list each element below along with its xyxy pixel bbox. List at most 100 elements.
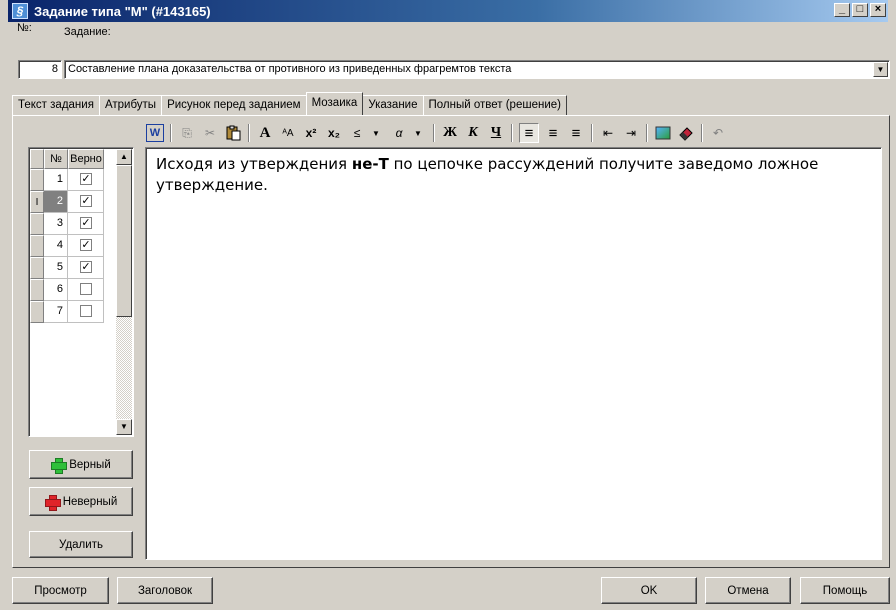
grid-corner xyxy=(30,149,44,169)
toolbar-separator xyxy=(591,124,593,142)
align-right-icon[interactable]: ≡ xyxy=(567,123,585,143)
maximize-button[interactable]: □ xyxy=(852,3,868,17)
scroll-up-icon[interactable]: ▲ xyxy=(116,149,132,165)
grid-scrollbar[interactable]: ▲ ▼ xyxy=(116,149,132,435)
tab-picture[interactable]: Рисунок перед заданием xyxy=(161,95,307,115)
checkbox-unchecked-icon[interactable] xyxy=(80,283,92,296)
row-number[interactable]: 3 xyxy=(44,213,68,235)
row-number[interactable]: 2 xyxy=(44,191,68,213)
toolbar-separator xyxy=(170,124,172,142)
preview-button[interactable]: Просмотр xyxy=(12,577,109,604)
column-header-number[interactable]: № xyxy=(44,149,68,169)
row-indicator[interactable] xyxy=(30,279,44,301)
number-field[interactable]: 8 xyxy=(18,60,62,79)
title-bar[interactable]: § Задание типа "M" (#143165) _ □ × xyxy=(8,0,888,22)
table-row[interactable]: 5 ✓ xyxy=(30,257,104,279)
row-correct-cell[interactable]: ✓ xyxy=(68,213,104,235)
align-left-icon[interactable]: ≡ xyxy=(519,123,539,143)
task-value: Составление плана доказательства от прот… xyxy=(68,63,512,75)
insert-image-icon[interactable] xyxy=(654,123,672,143)
cut-icon[interactable]: ✂ xyxy=(201,123,219,143)
incorrect-button[interactable]: Неверный xyxy=(29,487,133,516)
indent-icon[interactable]: ⇥ xyxy=(622,123,640,143)
checkbox-checked-icon[interactable]: ✓ xyxy=(80,239,92,252)
row-correct-cell[interactable] xyxy=(68,279,104,301)
scroll-thumb[interactable] xyxy=(116,165,132,317)
font-icon[interactable]: A xyxy=(256,123,274,143)
minimize-button[interactable]: _ xyxy=(834,3,850,17)
header-button[interactable]: Заголовок xyxy=(117,577,213,604)
cancel-button[interactable]: Отмена xyxy=(705,577,791,604)
table-row[interactable]: I 2 ✓ xyxy=(30,191,104,213)
font-size-icon[interactable]: ᴬA xyxy=(279,123,297,143)
clipboard-icon xyxy=(226,125,241,141)
scroll-down-icon[interactable]: ▼ xyxy=(116,419,132,435)
row-indicator[interactable] xyxy=(30,301,44,323)
toolbar-separator xyxy=(701,124,703,142)
row-number[interactable]: 1 xyxy=(44,169,68,191)
row-number[interactable]: 6 xyxy=(44,279,68,301)
mosaic-editor[interactable]: Исходя из утверждения не-Т по цепочке ра… xyxy=(145,147,882,560)
table-row[interactable]: 4 ✓ xyxy=(30,235,104,257)
symbol-icon[interactable]: ≤ xyxy=(348,123,366,143)
bold-icon[interactable]: Ж xyxy=(441,123,459,143)
outdent-icon[interactable]: ⇤ xyxy=(599,123,617,143)
row-correct-cell[interactable]: ✓ xyxy=(68,169,104,191)
italic-icon[interactable]: К xyxy=(464,123,482,143)
subscript-icon[interactable]: x₂ xyxy=(325,123,343,143)
row-correct-cell[interactable]: ✓ xyxy=(68,257,104,279)
checkbox-unchecked-icon[interactable] xyxy=(80,305,92,318)
row-correct-cell[interactable]: ✓ xyxy=(68,191,104,213)
correct-button[interactable]: Верный xyxy=(29,450,133,479)
word-icon[interactable]: W xyxy=(146,124,164,142)
checkbox-checked-icon[interactable]: ✓ xyxy=(80,173,92,186)
copy-icon[interactable]: ⎘ xyxy=(178,123,196,143)
tab-mosaic[interactable]: Мозаика xyxy=(305,92,364,115)
row-correct-cell[interactable]: ✓ xyxy=(68,235,104,257)
tab-full-answer[interactable]: Полный ответ (решение) xyxy=(422,95,567,115)
table-row[interactable]: 6 xyxy=(30,279,104,301)
tab-hint[interactable]: Указание xyxy=(362,95,424,115)
row-indicator[interactable] xyxy=(30,213,44,235)
align-center-icon[interactable]: ≡ xyxy=(544,123,562,143)
checkbox-checked-icon[interactable]: ✓ xyxy=(80,261,92,274)
superscript-icon[interactable]: x² xyxy=(302,123,320,143)
eraser-icon[interactable] xyxy=(677,123,695,143)
row-number[interactable]: 5 xyxy=(44,257,68,279)
greek-dropdown-icon[interactable]: ▼ xyxy=(409,123,427,143)
checkbox-checked-icon[interactable]: ✓ xyxy=(80,217,92,230)
table-row[interactable]: 3 ✓ xyxy=(30,213,104,235)
row-indicator[interactable] xyxy=(30,169,44,191)
row-indicator[interactable] xyxy=(30,257,44,279)
checkbox-checked-icon[interactable]: ✓ xyxy=(80,195,92,208)
tab-strip: Текст задания Атрибуты Рисунок перед зад… xyxy=(12,92,567,115)
table-row[interactable]: 1 ✓ xyxy=(30,169,104,191)
delete-button[interactable]: Удалить xyxy=(29,531,133,558)
chevron-down-icon[interactable]: ▼ xyxy=(873,62,888,77)
underline-icon[interactable]: Ч xyxy=(487,123,505,143)
table-row[interactable]: 7 xyxy=(30,301,104,323)
help-button[interactable]: Помощь xyxy=(800,577,890,604)
row-correct-cell[interactable] xyxy=(68,301,104,323)
symbol-dropdown-icon[interactable]: ▼ xyxy=(367,123,385,143)
red-plus-icon xyxy=(44,494,61,511)
window-title: Задание типа "M" (#143165) xyxy=(34,3,211,19)
row-number[interactable]: 7 xyxy=(44,301,68,323)
row-indicator[interactable]: I xyxy=(30,191,44,213)
formatting-toolbar: W ⎘ ✂ A ᴬA x² x₂ ≤ ▼ α ▼ Ж К Ч ≡ ≡ ≡ ⇤ ⇥ xyxy=(146,120,886,146)
row-indicator[interactable] xyxy=(30,235,44,257)
paste-icon[interactable] xyxy=(224,123,242,143)
number-label: №: xyxy=(17,22,32,34)
tab-attributes[interactable]: Атрибуты xyxy=(98,95,163,115)
greek-icon[interactable]: α xyxy=(390,123,408,143)
row-number[interactable]: 4 xyxy=(44,235,68,257)
fragments-grid[interactable]: № Верно 1 ✓ I 2 ✓ 3 ✓ 4 ✓ 5 ✓ 6 7 ▲ ▼ xyxy=(28,147,134,437)
tab-task-text[interactable]: Текст задания xyxy=(12,95,100,115)
column-header-correct[interactable]: Верно xyxy=(68,149,104,169)
close-button[interactable]: × xyxy=(870,3,886,17)
toolbar-separator xyxy=(433,124,435,142)
undo-icon[interactable]: ↶ xyxy=(709,123,727,143)
ok-button[interactable]: OK xyxy=(601,577,697,604)
window-controls: _ □ × xyxy=(834,3,886,17)
task-dropdown[interactable]: Составление плана доказательства от прот… xyxy=(64,60,890,79)
